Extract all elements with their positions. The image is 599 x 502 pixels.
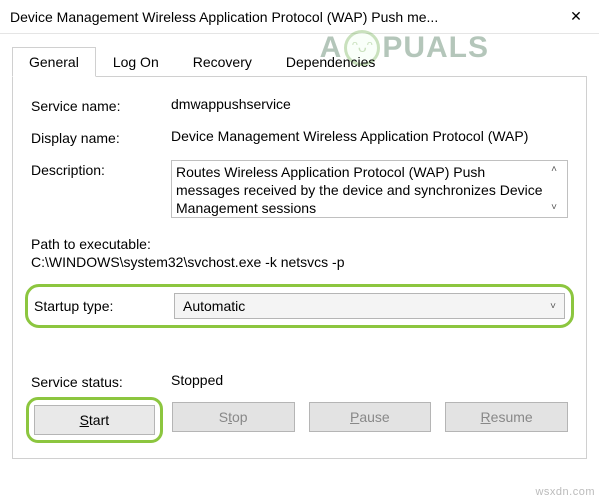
startup-type-label: Startup type: bbox=[34, 298, 174, 314]
pause-button: Pause bbox=[309, 402, 432, 432]
startup-type-select[interactable]: Automatic ˅ bbox=[174, 293, 565, 319]
tab-dependencies[interactable]: Dependencies bbox=[269, 47, 393, 76]
scroll-up-icon: ˄ bbox=[551, 165, 557, 175]
start-button-rest: tart bbox=[89, 412, 109, 428]
tab-recovery[interactable]: Recovery bbox=[176, 47, 269, 76]
path-label: Path to executable: bbox=[31, 236, 568, 252]
window-title: Device Management Wireless Application P… bbox=[10, 9, 553, 25]
description-scrollbar[interactable]: ˄ ˅ bbox=[545, 163, 563, 215]
titlebar: Device Management Wireless Application P… bbox=[0, 0, 599, 34]
description-label: Description: bbox=[31, 160, 171, 178]
display-name-value: Device Management Wireless Application P… bbox=[171, 128, 568, 144]
description-box: Routes Wireless Application Protocol (WA… bbox=[171, 160, 568, 218]
close-icon: ✕ bbox=[570, 8, 582, 25]
resume-button: Resume bbox=[445, 402, 568, 432]
service-control-buttons: Start Stop Pause Resume bbox=[31, 402, 568, 438]
tab-general[interactable]: General bbox=[12, 47, 96, 77]
service-status-label: Service status: bbox=[31, 372, 171, 390]
path-value: C:\WINDOWS\system32\svchost.exe -k netsv… bbox=[31, 254, 568, 270]
service-name-value: dmwappushservice bbox=[171, 96, 568, 112]
chevron-down-icon: ˅ bbox=[550, 301, 556, 312]
watermark-text: wsxdn.com bbox=[535, 486, 595, 498]
general-panel: Service name: dmwappushservice Display n… bbox=[12, 76, 587, 459]
close-button[interactable]: ✕ bbox=[553, 0, 599, 34]
description-text: Routes Wireless Application Protocol (WA… bbox=[176, 163, 545, 215]
startup-type-highlight: Startup type: Automatic ˅ bbox=[25, 284, 574, 328]
scroll-down-icon: ˅ bbox=[551, 203, 557, 213]
stop-button: Stop bbox=[172, 402, 295, 432]
tab-log-on[interactable]: Log On bbox=[96, 47, 176, 76]
dialog-content: General Log On Recovery Dependencies Ser… bbox=[0, 34, 599, 459]
startup-type-value: Automatic bbox=[183, 298, 245, 314]
start-button[interactable]: Start bbox=[34, 405, 155, 435]
service-status-value: Stopped bbox=[171, 372, 223, 390]
tab-strip: General Log On Recovery Dependencies bbox=[12, 47, 587, 77]
display-name-label: Display name: bbox=[31, 128, 171, 146]
start-button-highlight: Start bbox=[26, 397, 163, 443]
service-name-label: Service name: bbox=[31, 96, 171, 114]
